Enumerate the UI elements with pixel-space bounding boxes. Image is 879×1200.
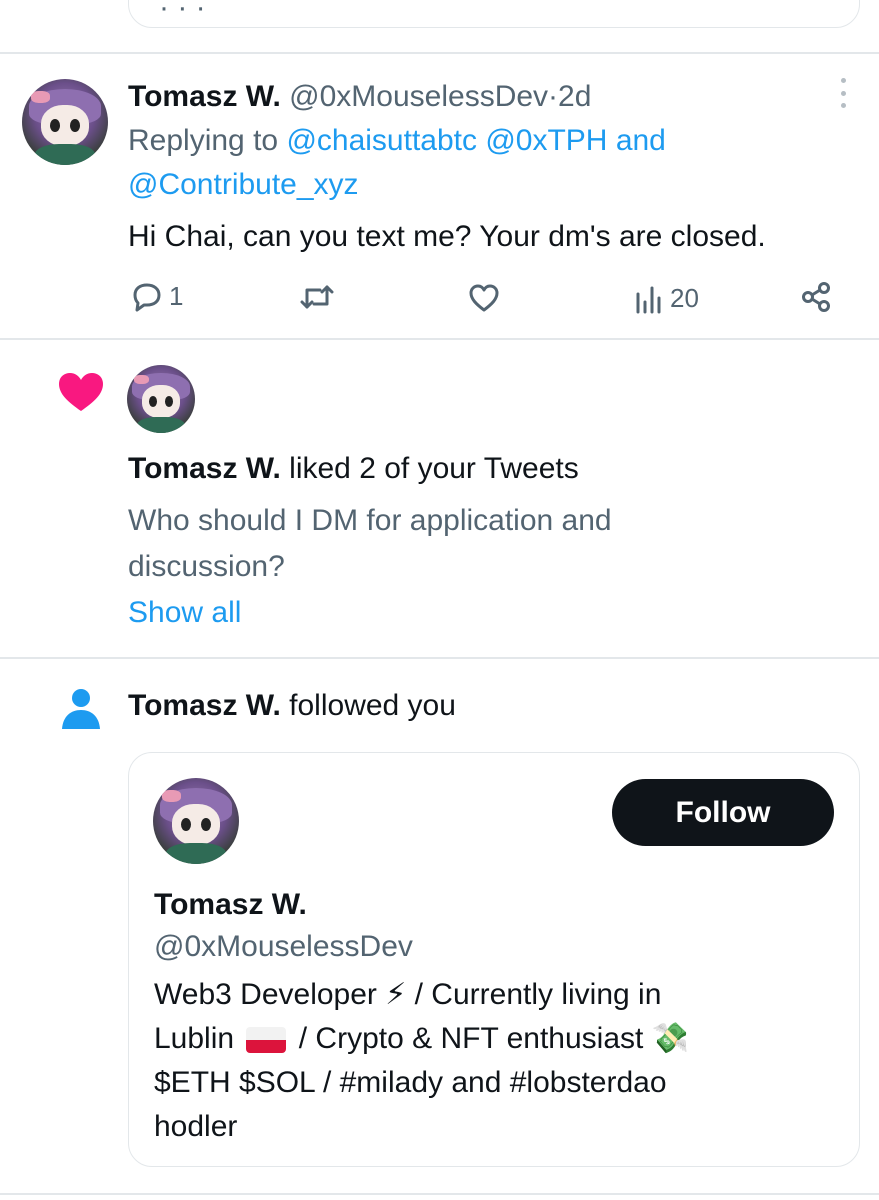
liked-tweet-preview-cont: discussion?: [128, 550, 285, 583]
views-count: 20: [670, 283, 699, 313]
replying-prefix: Replying to: [128, 124, 279, 157]
reply-icon: [133, 283, 161, 311]
reply-count: 1: [169, 281, 184, 311]
avatar[interactable]: [153, 778, 239, 864]
bio-line: Lublin / Crypto & NFT enthusiast 💸: [154, 1016, 689, 1062]
previous-quote-card[interactable]: · · ·: [128, 0, 860, 28]
replying-to-line: Replying to @chaisuttabtc @0xTPH and: [128, 118, 666, 164]
mention-0xtph[interactable]: @0xTPH: [485, 124, 607, 157]
author-handle[interactable]: @0xMouselessDev: [289, 80, 548, 113]
card-user-name[interactable]: Tomasz W.: [154, 882, 307, 928]
meta-separator: ·: [548, 80, 559, 113]
bio-line: hodler: [154, 1110, 238, 1143]
mention-chaisuttabtc[interactable]: @chaisuttabtc: [286, 124, 477, 157]
mention-and[interactable]: and: [616, 124, 666, 157]
bio-line: Web3 Developer ⚡ / Currently living in: [154, 978, 662, 1011]
divider: [0, 52, 879, 54]
like-action-text: liked 2 of your Tweets: [289, 452, 579, 485]
share-button[interactable]: [800, 281, 832, 313]
card-fragment: · · ·: [159, 0, 206, 24]
bio-rest: / Crypto & NFT enthusiast 💸: [298, 1022, 690, 1055]
share-icon: [802, 282, 830, 312]
notifier-name[interactable]: Tomasz W.: [128, 452, 281, 485]
tweet-time[interactable]: 2d: [558, 80, 591, 113]
retweet-icon: [300, 285, 334, 309]
more-icon[interactable]: [836, 78, 850, 108]
divider: [0, 657, 879, 659]
follow-action-text: followed you: [289, 689, 456, 722]
heart-icon: [59, 373, 103, 411]
liked-tweet-preview: Who should I DM for application and: [128, 504, 612, 537]
divider: [0, 338, 879, 340]
follow-button[interactable]: Follow: [612, 779, 834, 846]
author-name[interactable]: Tomasz W.: [128, 80, 281, 113]
bio-line: $ETH $SOL / #milady and #lobsterdao: [154, 1066, 667, 1099]
bio-location: Lublin: [154, 1022, 235, 1055]
poland-flag-icon: [246, 1027, 287, 1054]
divider: [0, 1193, 879, 1195]
tweet-text: Hi Chai, can you text me? Your dm's are …: [128, 220, 766, 253]
avatar[interactable]: [22, 79, 108, 165]
card-user-handle[interactable]: @0xMouselessDev: [154, 924, 413, 970]
reply-button[interactable]: 1: [131, 281, 183, 312]
show-all-link[interactable]: Show all: [128, 590, 241, 636]
mention-contribute-xyz[interactable]: @Contribute_xyz: [128, 168, 359, 201]
person-icon: [62, 689, 100, 729]
like-icon: [469, 284, 499, 312]
follower-name[interactable]: Tomasz W.: [128, 689, 281, 722]
views-icon: [636, 286, 661, 313]
avatar[interactable]: [127, 365, 195, 433]
like-button[interactable]: [468, 283, 506, 313]
retweet-button[interactable]: [300, 283, 340, 311]
views-button[interactable]: 20: [634, 283, 699, 314]
